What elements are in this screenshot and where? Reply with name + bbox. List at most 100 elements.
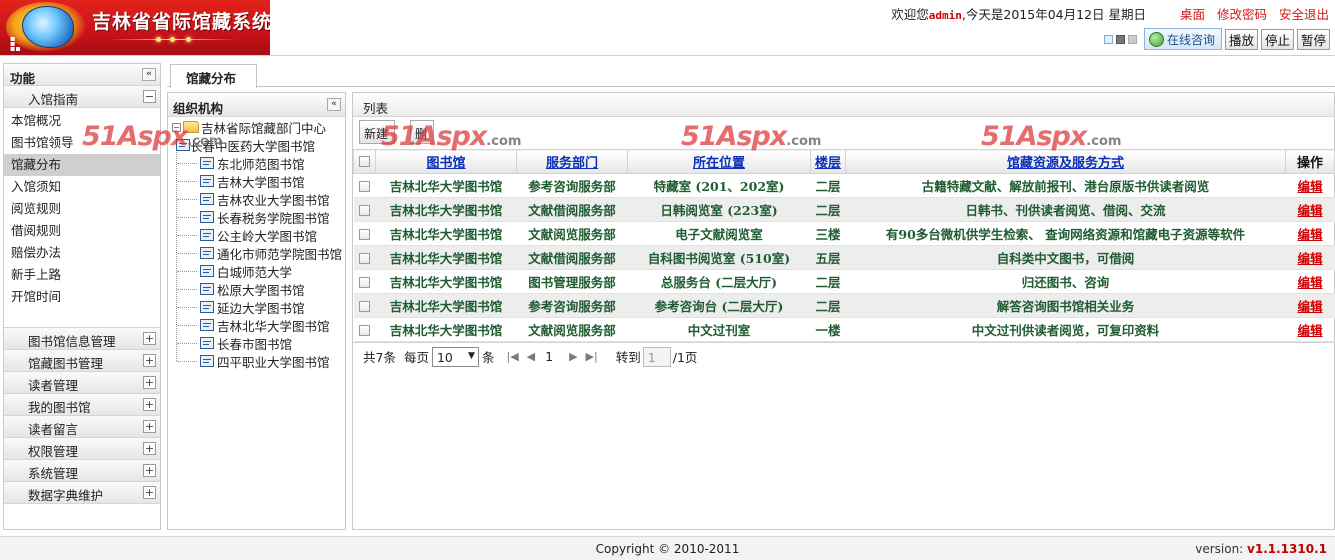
tree-node[interactable]: 松原大学图书馆 [176, 280, 345, 298]
col-resources[interactable]: 馆藏资源及服务方式 [845, 149, 1286, 174]
plus-icon[interactable]: + [143, 354, 156, 367]
goto-page-input[interactable]: 1 [642, 346, 671, 367]
row-checkbox[interactable] [359, 253, 370, 264]
delete-button[interactable]: 删除 [410, 120, 434, 144]
tree-node[interactable]: 长春市图书馆 [176, 334, 345, 352]
tree-node-label: 吉林大学图书馆 [217, 174, 305, 190]
logout-link[interactable]: 安全退出 [1279, 7, 1329, 22]
tree-node[interactable]: 延边大学图书馆 [176, 298, 345, 316]
col-department[interactable]: 服务部门 [516, 149, 628, 174]
prev-page-icon[interactable]: ◀ [527, 350, 535, 363]
tab-collection-distribution[interactable]: 馆藏分布 [170, 64, 257, 88]
tree-collapse-icon[interactable]: − [172, 122, 181, 132]
col-floor[interactable]: 楼层 [810, 149, 846, 174]
row-checkbox-cell [353, 245, 376, 270]
cell-floor: 一楼 [810, 317, 846, 342]
accordion-my-library[interactable]: 我的图书馆 + [4, 394, 160, 416]
accordion-readers[interactable]: 读者管理 + [4, 372, 160, 394]
theme-dark-swatch[interactable] [1115, 34, 1125, 44]
online-consult-label: 在线咨询 [1166, 32, 1215, 47]
theme-light-swatch[interactable] [1103, 34, 1113, 44]
accordion-dictionary[interactable]: 数据字典维护 + [4, 482, 160, 504]
tree-node[interactable]: 四平职业大学图书馆 [176, 352, 345, 370]
edit-link[interactable]: 编辑 [1297, 179, 1322, 194]
tree-node[interactable]: 通化市师范学院图书馆 [176, 244, 345, 262]
row-checkbox[interactable] [359, 229, 370, 240]
row-checkbox[interactable] [359, 325, 370, 336]
tree-node[interactable]: 吉林农业大学图书馆 [176, 190, 345, 208]
tree-node-label: 四平职业大学图书馆 [217, 354, 330, 370]
cell-resources: 解答咨询图书馆相关业务 [845, 293, 1286, 318]
tree-node[interactable]: 长春中医药大学图书馆 [170, 136, 345, 154]
plus-icon[interactable]: + [143, 332, 156, 345]
edit-link[interactable]: 编辑 [1297, 251, 1322, 266]
guide-item[interactable]: 新手上路 [4, 264, 160, 286]
row-checkbox-cell [353, 197, 376, 222]
tree-node[interactable]: 公主岭大学图书馆 [176, 226, 345, 244]
guide-item[interactable]: 图书馆领导 [4, 132, 160, 154]
first-page-icon[interactable]: |◀ [506, 350, 518, 363]
tree-root[interactable]: − 吉林省际馆藏部门中心 [168, 118, 345, 136]
edit-link[interactable]: 编辑 [1297, 203, 1322, 218]
plus-icon[interactable]: + [143, 420, 156, 433]
guide-item[interactable]: 借阅规则 [4, 220, 160, 242]
guide-item-active[interactable]: 馆藏分布 [4, 154, 160, 176]
cell-resources: 日韩书、刊供读者阅览、借阅、交流 [845, 197, 1286, 222]
change-password-link[interactable]: 修改密码 [1217, 7, 1267, 22]
cell-floor: 二层 [810, 173, 846, 198]
edit-link[interactable]: 编辑 [1297, 323, 1322, 338]
edit-link[interactable]: 编辑 [1297, 275, 1322, 290]
plus-icon[interactable]: + [143, 442, 156, 455]
theme-grey-swatch[interactable] [1127, 34, 1137, 44]
tree-node-label: 长春中医药大学图书馆 [190, 138, 316, 154]
guide-item[interactable]: 赔偿办法 [4, 242, 160, 264]
tree-node[interactable]: 东北师范图书馆 [176, 154, 345, 172]
plus-icon[interactable]: + [143, 486, 156, 499]
table-row: 吉林北华大学图书馆 文献阅览服务部 电子文献阅览室 三楼 有90多台微机供学生检… [353, 221, 1335, 246]
row-checkbox[interactable] [359, 205, 370, 216]
guide-item[interactable]: 入馆须知 [4, 176, 160, 198]
col-location[interactable]: 所在位置 [627, 149, 811, 174]
guide-item[interactable]: 本馆概况 [4, 110, 160, 132]
accordion-guide[interactable]: 入馆指南 − [4, 86, 160, 108]
online-consult-button[interactable]: 在线咨询 [1143, 28, 1222, 50]
tree-node[interactable]: 吉林北华大学图书馆 [176, 316, 345, 334]
edit-link[interactable]: 编辑 [1297, 227, 1322, 242]
accordion-library-info[interactable]: 图书馆信息管理 + [4, 328, 160, 350]
tree-node[interactable]: 吉林大学图书馆 [176, 172, 345, 190]
col-library[interactable]: 图书馆 [375, 149, 517, 174]
row-checkbox[interactable] [359, 181, 370, 192]
org-tree-header: 组织机构 « [168, 93, 345, 117]
desktop-link[interactable]: 桌面 [1180, 7, 1205, 22]
accordion-collection-books[interactable]: 馆藏图书管理 + [4, 350, 160, 372]
per-page-select[interactable]: 10 [431, 346, 479, 367]
row-checkbox[interactable] [359, 301, 370, 312]
new-button[interactable]: 新建 [359, 120, 395, 144]
plus-icon[interactable]: + [143, 398, 156, 411]
last-page-icon[interactable]: ▶| [586, 350, 598, 363]
accordion-permissions[interactable]: 权限管理 + [4, 438, 160, 460]
stop-button[interactable]: 停止 [1260, 28, 1294, 50]
accordion-system[interactable]: 系统管理 + [4, 460, 160, 482]
pause-button[interactable]: 暂停 [1296, 28, 1330, 50]
collapse-left-nav-icon[interactable]: « [142, 68, 156, 81]
row-checkbox[interactable] [359, 277, 370, 288]
select-all-cell [353, 149, 376, 174]
document-icon [200, 355, 214, 367]
minus-icon[interactable]: − [143, 90, 156, 103]
plus-icon[interactable]: + [143, 464, 156, 477]
collapse-tree-icon[interactable]: « [327, 98, 341, 111]
edit-link[interactable]: 编辑 [1297, 299, 1322, 314]
tree-node[interactable]: 白城师范大学 [176, 262, 345, 280]
guide-item[interactable]: 开馆时间 [4, 286, 160, 308]
next-page-icon[interactable]: ▶ [569, 350, 577, 363]
table-row: 吉林北华大学图书馆 参考咨询服务部 特藏室 (201、202室) 二层 古籍特藏… [353, 173, 1335, 198]
play-button[interactable]: 播放 [1224, 28, 1258, 50]
select-all-checkbox[interactable] [359, 156, 370, 167]
plus-icon[interactable]: + [143, 376, 156, 389]
table-header-row: 图书馆 服务部门 所在位置 楼层 馆藏资源及服务方式 操作 [353, 149, 1335, 174]
guide-item[interactable]: 阅览规则 [4, 198, 160, 220]
folder-icon [183, 121, 199, 133]
accordion-messages[interactable]: 读者留言 + [4, 416, 160, 438]
tree-node[interactable]: 长春税务学院图书馆 [176, 208, 345, 226]
